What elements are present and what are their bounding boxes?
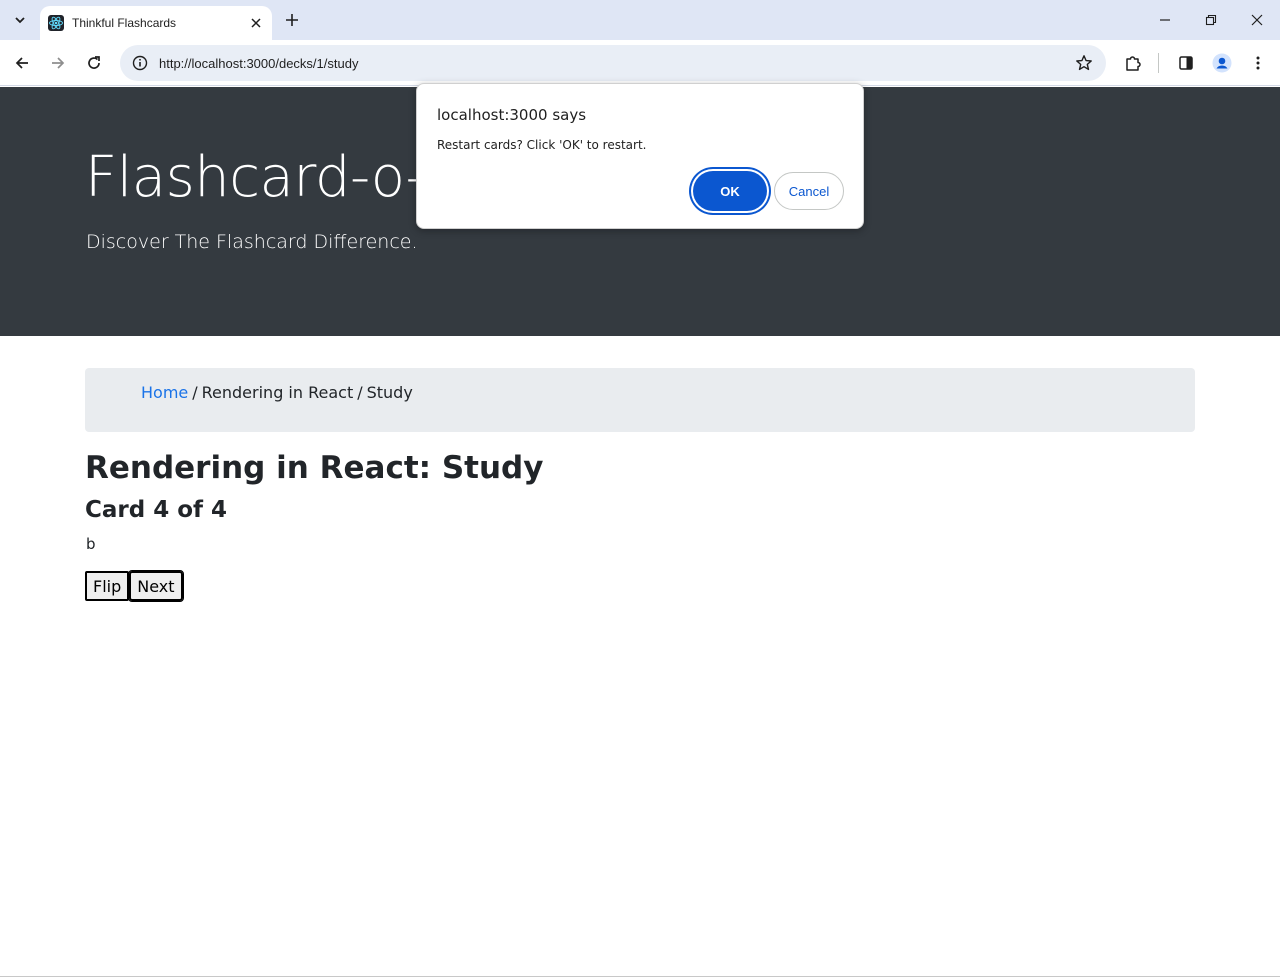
profile-icon bbox=[1212, 53, 1232, 73]
dialog-title: localhost:3000 says bbox=[437, 106, 587, 124]
back-arrow-icon bbox=[15, 57, 28, 69]
reload-button[interactable] bbox=[78, 47, 110, 79]
address-bar[interactable]: http://localhost:3000/decks/1/study bbox=[120, 45, 1106, 81]
extensions-button[interactable] bbox=[1117, 47, 1149, 79]
breadcrumb: Home / Rendering in React / Study bbox=[85, 368, 1195, 432]
confirm-dialog: localhost:3000 says Restart cards? Click… bbox=[416, 83, 864, 229]
restore-button[interactable] bbox=[1188, 0, 1234, 40]
tab-close-button[interactable] bbox=[248, 15, 264, 31]
restore-icon bbox=[1205, 14, 1217, 26]
card-actions: Flip Next bbox=[85, 570, 184, 602]
browser-toolbar: http://localhost:3000/decks/1/study bbox=[0, 40, 1280, 86]
ok-button[interactable]: OK bbox=[693, 171, 767, 211]
browser-tab[interactable]: Thinkful Flashcards bbox=[40, 6, 272, 40]
breadcrumb-deck: Rendering in React bbox=[201, 383, 354, 402]
side-panel-button[interactable] bbox=[1170, 47, 1202, 79]
next-button[interactable]: Next bbox=[128, 570, 184, 602]
side-panel-icon bbox=[1179, 56, 1193, 70]
close-window-button[interactable] bbox=[1234, 0, 1280, 40]
profile-button[interactable] bbox=[1206, 47, 1238, 79]
browser-menu-button[interactable] bbox=[1242, 47, 1274, 79]
chevron-down-icon bbox=[15, 17, 25, 24]
dialog-message: Restart cards? Click 'OK' to restart. bbox=[437, 138, 647, 152]
close-icon bbox=[1251, 14, 1263, 26]
flip-button[interactable]: Flip bbox=[85, 571, 130, 601]
minimize-icon bbox=[1160, 19, 1170, 21]
breadcrumb-home-link[interactable]: Home bbox=[141, 383, 188, 402]
kebab-menu-icon bbox=[1256, 56, 1260, 70]
reload-icon bbox=[88, 56, 100, 69]
page-title: Rendering in React: Study bbox=[85, 450, 544, 486]
close-icon bbox=[251, 18, 261, 28]
star-icon bbox=[1076, 55, 1092, 71]
tab-search-button[interactable] bbox=[8, 8, 32, 32]
info-icon[interactable] bbox=[130, 53, 150, 73]
breadcrumb-current: Study bbox=[366, 383, 413, 402]
new-tab-button[interactable] bbox=[280, 8, 304, 32]
react-logo-icon bbox=[48, 15, 64, 31]
card-counter: Card 4 of 4 bbox=[85, 497, 228, 523]
forward-arrow-icon bbox=[52, 57, 65, 69]
url-text: http://localhost:3000/decks/1/study bbox=[159, 55, 359, 71]
puzzle-icon bbox=[1126, 56, 1141, 71]
card-text: b bbox=[86, 535, 96, 553]
site-subtitle: Discover The Flashcard Difference. bbox=[86, 231, 418, 253]
breadcrumb-separator: / bbox=[192, 383, 198, 402]
bookmark-star-button[interactable] bbox=[1074, 53, 1094, 73]
cancel-button[interactable]: Cancel bbox=[774, 172, 844, 210]
tab-strip: Thinkful Flashcards bbox=[0, 0, 1280, 40]
back-button[interactable] bbox=[6, 47, 38, 79]
plus-icon bbox=[286, 14, 298, 26]
tab-title: Thinkful Flashcards bbox=[72, 16, 177, 30]
minimize-button[interactable] bbox=[1142, 0, 1188, 40]
toolbar-divider bbox=[1158, 53, 1159, 73]
forward-button[interactable] bbox=[42, 47, 74, 79]
breadcrumb-separator: / bbox=[357, 383, 363, 402]
